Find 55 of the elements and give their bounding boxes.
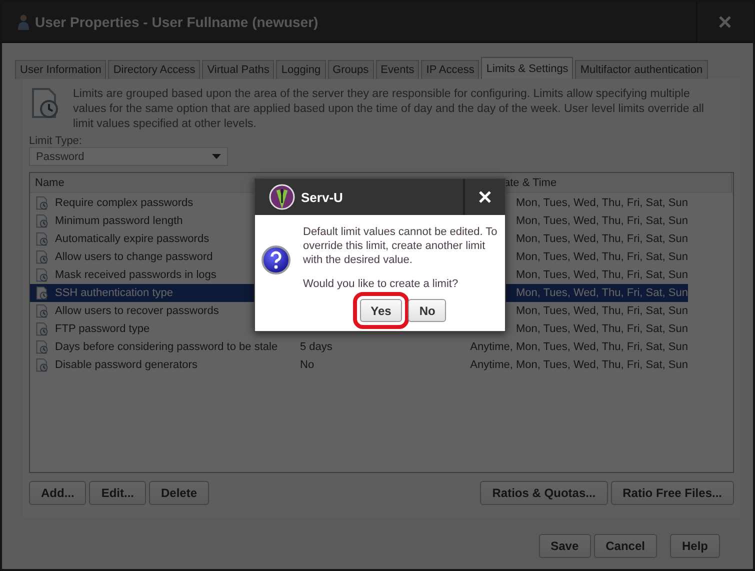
tab[interactable]: Multifactor authentication (575, 60, 708, 79)
description-text: Limits are grouped based upon the area of the server they are responsible for configuring. Limits allow specifying multiple values for the same option that are applied based upon the time of day and the day of the week. User level limits override all limit values specified at other levels. (73, 87, 705, 132)
column-header: Name (35, 176, 64, 188)
table-cell: Mon, Tues, Wed, Thu, Fri, Sat, Sun (516, 233, 688, 245)
dialog-message: Default limit values cannot be edited. To override this limit, create another limit with the desired value. (303, 225, 498, 267)
footer-button[interactable]: Cancel (594, 534, 657, 558)
document-clock-icon (35, 214, 49, 228)
window-title: User Properties - User Fullname (newuser) (35, 14, 320, 30)
caret-icon (212, 154, 221, 159)
table-cell: Mon, Tues, Wed, Thu, Fri, Sat, Sun (516, 287, 688, 299)
table-cell: Mon, Tues, Wed, Thu, Fri, Sat, Sun (516, 323, 688, 335)
document-clock-icon (35, 358, 49, 372)
table-cell: 5 days (300, 341, 332, 353)
table-cell: Mon, Tues, Wed, Thu, Fri, Sat, Sun (516, 305, 688, 317)
tab[interactable]: Virtual Paths (202, 60, 274, 79)
dialog-message: Would you like to create a limit? (303, 277, 460, 291)
tab[interactable]: Events (376, 60, 420, 79)
tab[interactable]: User Information (15, 60, 106, 79)
document-clock-icon (35, 232, 49, 246)
question-icon (261, 245, 291, 275)
table-cell: Anytime, Mon, Tues, Wed, Thu, Fri, Sat, Sun (470, 359, 688, 371)
footer-button[interactable]: Help (670, 534, 720, 558)
field-label: Limit Type: (29, 135, 83, 147)
table-cell: Mon, Tues, Wed, Thu, Fri, Sat, Sun (516, 269, 688, 281)
table-cell[interactable]: Days before considering password to be stale (30, 338, 294, 356)
document-clock-icon (29, 87, 61, 119)
table-cell: Mon, Tues, Wed, Thu, Fri, Sat, Sun (516, 251, 688, 263)
tab[interactable]: Groups (328, 60, 374, 79)
dialog-title: Serv-U (301, 190, 344, 204)
list-button[interactable]: Edit... (89, 481, 146, 505)
document-clock-icon (35, 340, 49, 354)
logo-icon (269, 184, 295, 210)
document-clock-icon (35, 286, 49, 300)
footer-button[interactable]: Save (538, 534, 591, 558)
list-button[interactable]: Add... (29, 481, 86, 505)
ratio-button[interactable]: Ratios & Quotas... (480, 481, 608, 505)
tab[interactable]: Limits & Settings (481, 57, 574, 79)
table-cell: Anytime, Mon, Tues, Wed, Thu, Fri, Sat, Sun (470, 341, 688, 353)
tab[interactable]: Logging (276, 60, 326, 79)
table-cell: No (300, 359, 314, 371)
ratio-button[interactable]: Ratio Free Files... (610, 481, 734, 505)
list-button[interactable]: Delete (149, 481, 210, 505)
table-cell[interactable]: Disable password generators (30, 356, 294, 374)
table-cell: Mon, Tues, Wed, Thu, Fri, Sat, Sun (516, 197, 688, 209)
limit-type-dropdown[interactable]: Password (29, 147, 228, 166)
document-clock-icon (35, 268, 49, 282)
document-clock-icon (35, 250, 49, 264)
document-clock-icon (35, 196, 49, 210)
document-clock-icon (35, 304, 49, 318)
user-icon (18, 14, 29, 30)
document-clock-icon (35, 322, 49, 336)
table-cell: Mon, Tues, Wed, Thu, Fri, Sat, Sun (516, 215, 688, 227)
tab[interactable]: IP Access (421, 60, 480, 79)
tab[interactable]: Directory Access (108, 60, 200, 79)
dialog-button[interactable]: No (408, 299, 446, 322)
